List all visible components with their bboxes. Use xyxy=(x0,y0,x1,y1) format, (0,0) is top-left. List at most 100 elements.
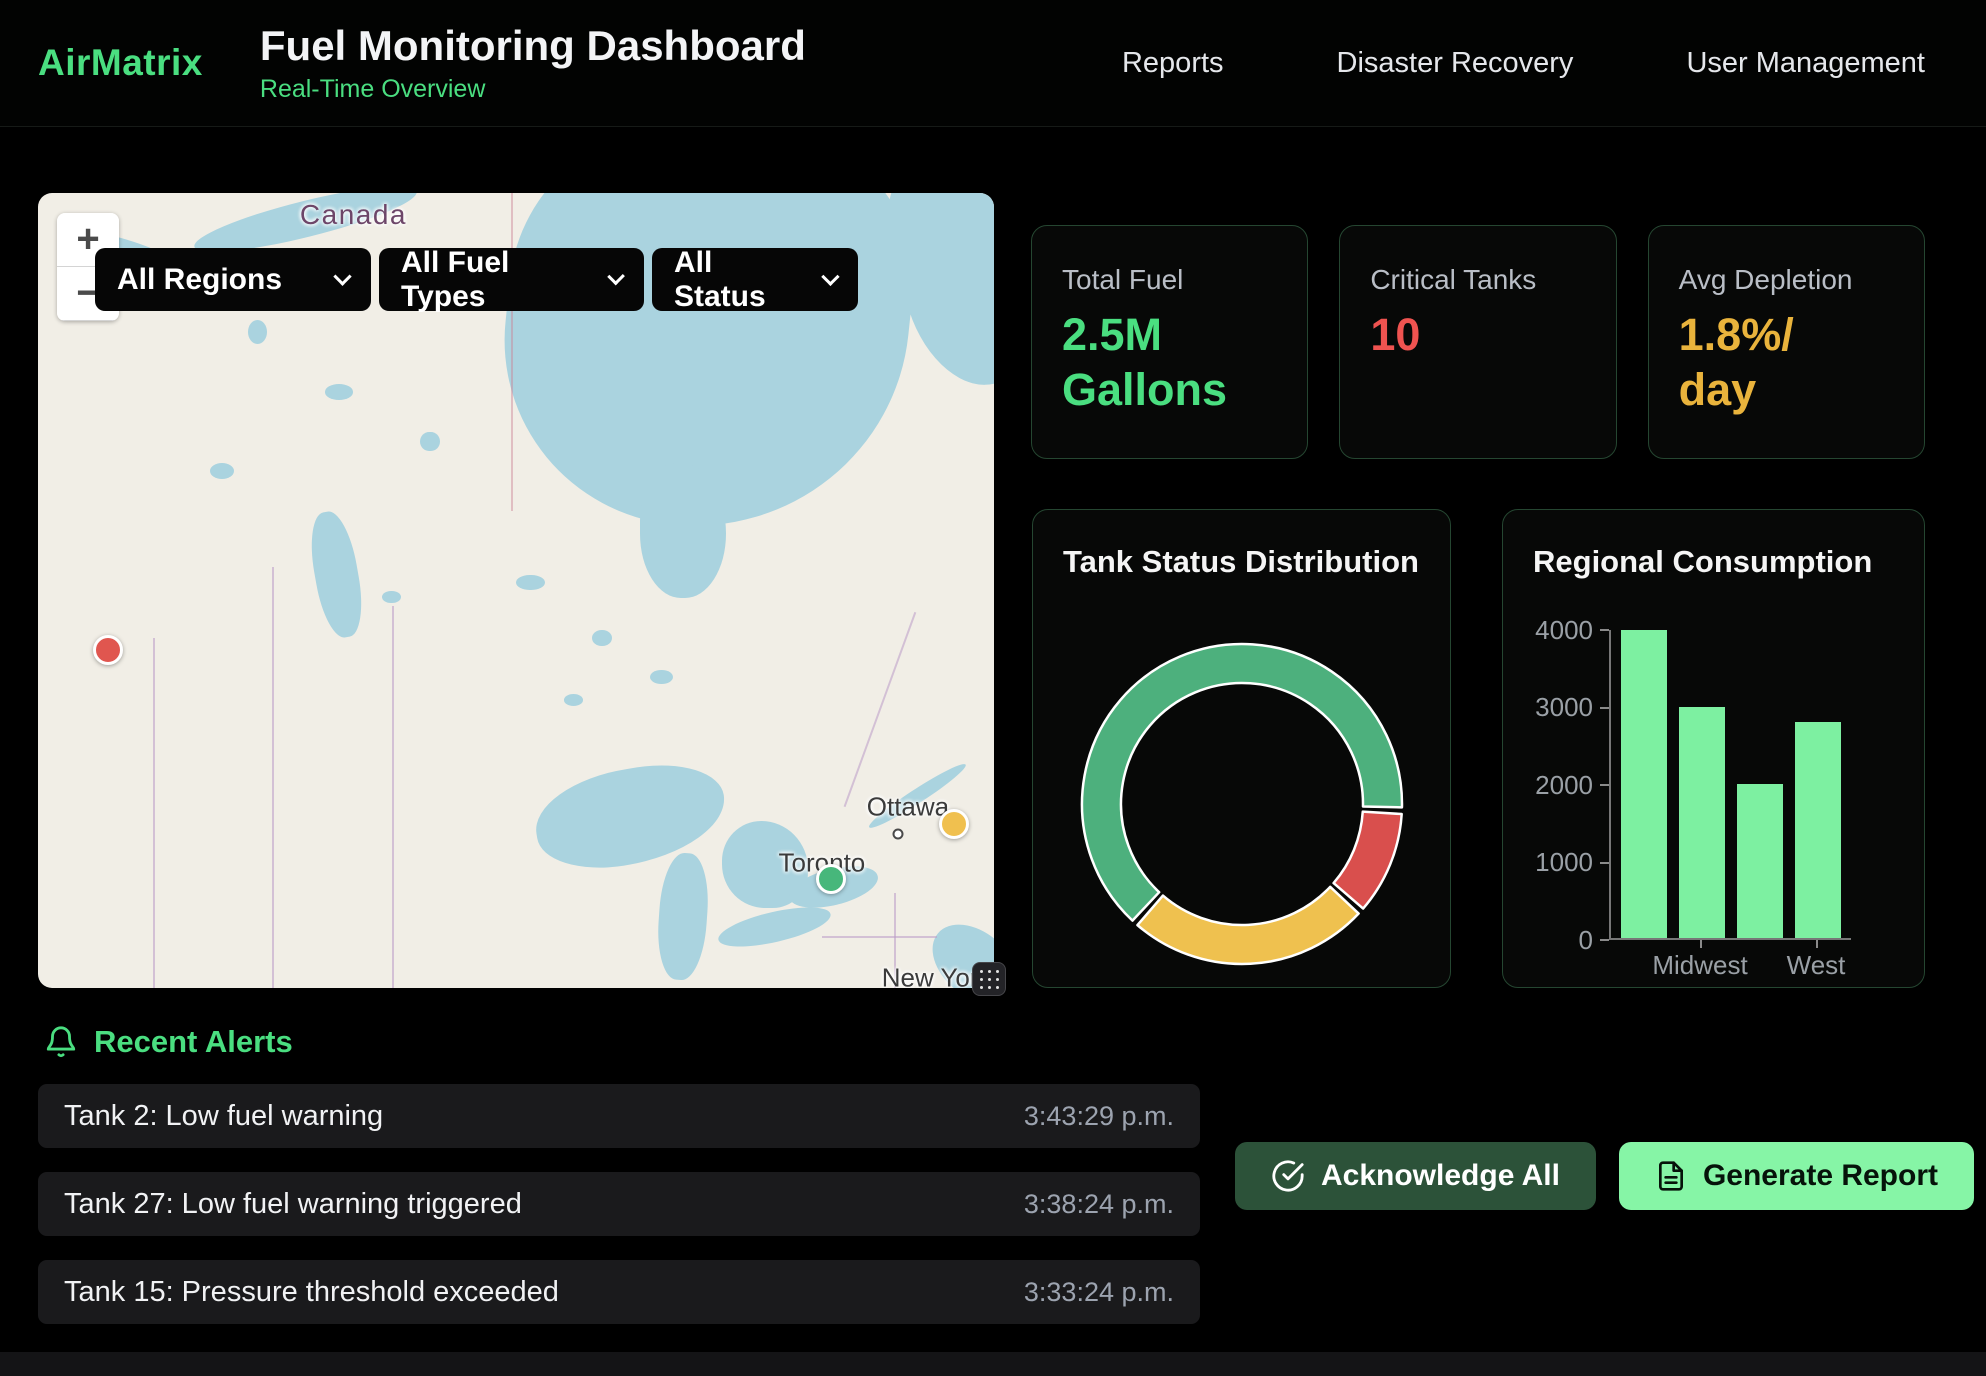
water-lake-small xyxy=(592,630,611,646)
acknowledge-all-label: Acknowledge All xyxy=(1321,1159,1560,1193)
alert-row[interactable]: Tank 27: Low fuel warning triggered 3:38… xyxy=(38,1172,1200,1236)
alerts-header: Recent Alerts xyxy=(44,1024,293,1060)
app-header: AirMatrix Fuel Monitoring Dashboard Real… xyxy=(0,0,1986,127)
map-label-ottawa: Ottawa xyxy=(867,791,949,822)
alert-time: 3:43:29 p.m. xyxy=(1024,1101,1174,1132)
water-lake-small xyxy=(420,432,439,452)
bar-x-label: West xyxy=(1793,950,1839,981)
alert-row[interactable]: Tank 15: Pressure threshold exceeded 3:3… xyxy=(38,1260,1200,1324)
water-lake-superior xyxy=(529,755,733,879)
bar-4 xyxy=(1795,722,1841,938)
water-lake-winnipeg xyxy=(305,508,369,641)
bar-chart-bars xyxy=(1609,630,1851,940)
alerts-title: Recent Alerts xyxy=(94,1024,293,1060)
chevron-down-icon xyxy=(821,268,839,286)
tank-marker-normal[interactable] xyxy=(816,864,846,894)
tank-status-donut-chart xyxy=(1074,636,1410,972)
chevron-down-icon xyxy=(607,268,625,286)
nav-item-disaster-recovery[interactable]: Disaster Recovery xyxy=(1337,47,1574,80)
water-lake-small xyxy=(650,670,673,684)
water-lake-small xyxy=(516,575,545,591)
status-filter-dropdown[interactable]: All Status xyxy=(652,248,858,311)
map-border-line xyxy=(822,936,937,938)
bar-y-tick: 0 xyxy=(1579,927,1609,953)
bar-3 xyxy=(1737,784,1783,938)
donut-segment-yellow xyxy=(1137,887,1358,964)
alerts-list: Tank 2: Low fuel warning 3:43:29 p.m. Ta… xyxy=(38,1084,1200,1348)
map-border-line xyxy=(844,612,917,807)
fuel-types-filter-dropdown[interactable]: All Fuel Types xyxy=(379,248,644,311)
chevron-down-icon xyxy=(333,267,351,285)
bar-y-tick: 1000 xyxy=(1535,850,1609,876)
avg-depletion-card: Avg Depletion 1.8%/ day xyxy=(1648,225,1925,459)
drag-dots-icon xyxy=(988,978,991,981)
water-lake-erie xyxy=(715,900,834,955)
regional-consumption-card: Regional Consumption 4000 3000 2000 1000 0 M… xyxy=(1502,509,1925,988)
status-filter-label: All Status xyxy=(674,246,806,314)
alert-text: Tank 2: Low fuel warning xyxy=(64,1100,383,1133)
bar-chart-plot-area: Midwest West xyxy=(1609,630,1851,981)
map-graticule-line xyxy=(511,193,513,511)
alert-actions: Acknowledge All Generate Report xyxy=(1235,1142,1974,1210)
water-lake-michigan xyxy=(655,851,712,981)
alert-time: 3:33:24 p.m. xyxy=(1024,1277,1174,1308)
water-lake-small xyxy=(325,384,354,400)
page-title: Fuel Monitoring Dashboard xyxy=(260,22,806,70)
critical-tanks-card: Critical Tanks 10 xyxy=(1339,225,1616,459)
map-filters: All Regions All Fuel Types All Status xyxy=(95,248,858,311)
title-block: Fuel Monitoring Dashboard Real-Time Over… xyxy=(260,22,806,104)
critical-tanks-value: 10 xyxy=(1370,308,1555,363)
town-marker-icon xyxy=(893,828,904,839)
page-subtitle: Real-Time Overview xyxy=(260,75,806,104)
total-fuel-card: Total Fuel 2.5M Gallons xyxy=(1031,225,1308,459)
generate-report-button[interactable]: Generate Report xyxy=(1619,1142,1974,1210)
bar-y-tick: 4000 xyxy=(1535,617,1609,643)
map-border-line xyxy=(272,567,274,988)
bar-y-tick: 2000 xyxy=(1535,772,1609,798)
nav-item-user-management[interactable]: User Management xyxy=(1686,47,1925,80)
water-lake-small xyxy=(564,694,583,706)
regional-consumption-bar-chart: 40003000200010000 MidwestWest xyxy=(1533,630,1894,981)
map-label-canada: Canada xyxy=(300,199,407,231)
bar-x-label xyxy=(1735,950,1781,981)
alert-text: Tank 27: Low fuel warning triggered xyxy=(64,1188,522,1221)
bar-y-tick: 3000 xyxy=(1535,695,1609,721)
tank-map[interactable]: Canada Ottawa Toronto New York + − All R… xyxy=(38,193,994,988)
bar-chart-y-axis: 4000 3000 2000 1000 0 xyxy=(1533,617,1609,953)
stat-label: Total Fuel xyxy=(1062,264,1277,296)
tank-marker-critical[interactable] xyxy=(93,635,123,665)
bar-chart-x-axis: Midwest West xyxy=(1609,950,1851,981)
tank-marker-warning[interactable] xyxy=(939,809,969,839)
map-border-line xyxy=(392,606,394,988)
bar-1 xyxy=(1621,630,1667,938)
bar-chart-title: Regional Consumption xyxy=(1533,544,1894,580)
map-resize-handle[interactable] xyxy=(972,962,1006,996)
bar-x-label: Midwest xyxy=(1677,950,1723,981)
stat-label: Avg Depletion xyxy=(1679,264,1894,296)
water-lake-small xyxy=(210,463,234,479)
alert-time: 3:38:24 p.m. xyxy=(1024,1189,1174,1220)
alert-text: Tank 15: Pressure threshold exceeded xyxy=(64,1276,559,1309)
footer-strip xyxy=(0,1352,1986,1376)
top-nav: Reports Disaster Recovery User Managemen… xyxy=(1122,47,1925,80)
acknowledge-all-button[interactable]: Acknowledge All xyxy=(1235,1142,1596,1210)
regions-filter-label: All Regions xyxy=(117,263,282,297)
generate-report-label: Generate Report xyxy=(1703,1159,1938,1193)
regions-filter-dropdown[interactable]: All Regions xyxy=(95,248,371,311)
donut-segment-red xyxy=(1333,812,1401,909)
bell-icon xyxy=(44,1025,78,1059)
check-circle-icon xyxy=(1271,1159,1305,1193)
nav-item-reports[interactable]: Reports xyxy=(1122,47,1224,80)
fuel-types-filter-label: All Fuel Types xyxy=(401,246,592,314)
alert-row[interactable]: Tank 2: Low fuel warning 3:43:29 p.m. xyxy=(38,1084,1200,1148)
map-border-line xyxy=(153,638,155,988)
brand-logo: AirMatrix xyxy=(38,42,203,84)
total-fuel-value: 2.5M Gallons xyxy=(1062,308,1247,418)
avg-depletion-value: 1.8%/ day xyxy=(1679,308,1864,418)
tank-status-distribution-card: Tank Status Distribution xyxy=(1032,509,1451,988)
stat-label: Critical Tanks xyxy=(1370,264,1585,296)
file-text-icon xyxy=(1655,1160,1687,1192)
donut-chart-title: Tank Status Distribution xyxy=(1063,544,1420,580)
water-lake-small xyxy=(382,591,401,604)
stats-row: Total Fuel 2.5M Gallons Critical Tanks 1… xyxy=(1031,225,1925,459)
